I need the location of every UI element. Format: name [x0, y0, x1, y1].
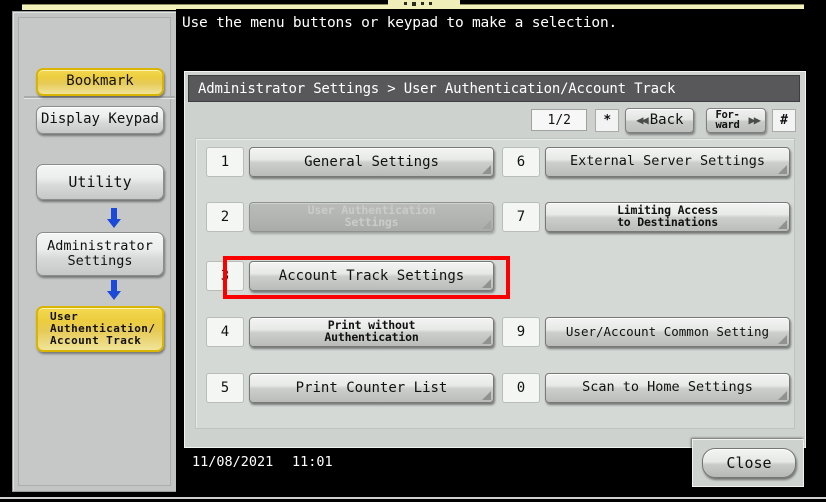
down-arrow-icon	[104, 280, 124, 302]
menu-number-badge: 7	[502, 202, 540, 232]
menu-item-user-account-common-setting[interactable]: 9 User/Account Common Setting	[502, 317, 790, 347]
menu-grid: 1 General Settings 2 User Authentication…	[195, 138, 795, 429]
menu-item-limiting-access-to-destinations[interactable]: 7 Limiting Access to Destinations	[502, 202, 790, 232]
back-button[interactable]: ◀◀ Back	[625, 107, 695, 133]
sidebar: Bookmark Display Keypad Utility Administ…	[12, 11, 177, 492]
sidebar-item-user-authentication-account-track[interactable]: User Authentication/ Account Track	[36, 306, 164, 352]
menu-button[interactable]: External Server Settings	[545, 147, 790, 177]
down-arrow-icon	[104, 208, 124, 230]
sidebar-item-label: User Authentication/ Account Track	[50, 310, 156, 347]
page-indicator: 1/2	[531, 109, 588, 131]
hash-key-badge[interactable]: #	[772, 108, 796, 132]
sidebar-item-display-keypad[interactable]: Display Keypad	[36, 106, 164, 134]
menu-button[interactable]: Print Counter List	[249, 373, 494, 403]
bezel-right	[816, 0, 826, 502]
sidebar-item-label: Display Keypad	[40, 111, 159, 128]
status-bar: 11/08/2021 11:01 Close	[184, 439, 804, 487]
menu-item-external-server-settings[interactable]: 6 External Server Settings	[502, 147, 790, 177]
menu-item-print-without-authentication[interactable]: 4 Print without Authentication	[206, 317, 494, 347]
settings-panel: Administrator Settings > User Authentica…	[184, 71, 806, 448]
chevron-left-double-icon: ◀◀	[636, 113, 649, 127]
chevron-right-double-icon: ▶▶	[748, 113, 762, 127]
main-area: Use the menu buttons or keypad to make a…	[176, 9, 816, 493]
menu-button[interactable]: Limiting Access to Destinations	[545, 202, 790, 232]
pagination-bar: 1/2 * ◀◀ Back For- ward ▶▶ #	[188, 106, 800, 134]
highlight-box	[223, 256, 510, 299]
sidebar-item-label: Administrator Settings	[47, 238, 153, 269]
star-key-badge[interactable]: *	[595, 108, 620, 132]
bezel-left	[0, 0, 10, 502]
breadcrumb: Administrator Settings > User Authentica…	[188, 75, 800, 102]
bezel-dots-icon	[404, 1, 432, 6]
menu-number-badge: 6	[502, 147, 540, 177]
sidebar-item-administrator-settings[interactable]: Administrator Settings	[36, 232, 164, 276]
instruction-text: Use the menu buttons or keypad to make a…	[182, 15, 618, 31]
menu-item-user-authentication-settings: 2 User Authentication Settings	[206, 202, 494, 232]
menu-button[interactable]: Print without Authentication	[249, 317, 494, 347]
menu-button[interactable]: User/Account Common Setting	[545, 317, 790, 347]
sidebar-item-label: Bookmark	[66, 73, 134, 90]
menu-button[interactable]: Scan to Home Settings	[545, 373, 790, 403]
close-button-tray: Close	[692, 439, 804, 487]
sidebar-item-label: Utility	[68, 172, 132, 191]
menu-number-badge: 1	[206, 147, 244, 177]
menu-number-badge: 9	[502, 317, 540, 347]
sidebar-item-utility[interactable]: Utility	[36, 164, 164, 200]
menu-number-badge: 4	[206, 317, 244, 347]
menu-item-general-settings[interactable]: 1 General Settings	[206, 147, 494, 177]
close-button[interactable]: Close	[702, 448, 796, 478]
back-button-label: Back	[649, 112, 684, 128]
menu-number-badge: 0	[502, 373, 540, 403]
menu-number-badge: 2	[206, 202, 244, 232]
status-time: 11:01	[292, 454, 333, 470]
status-date: 11/08/2021	[192, 454, 274, 470]
forward-button[interactable]: For- ward ▶▶	[706, 107, 766, 133]
forward-button-label: For- ward	[715, 108, 740, 131]
menu-item-scan-to-home-settings[interactable]: 0 Scan to Home Settings	[502, 373, 790, 403]
menu-item-print-counter-list[interactable]: 5 Print Counter List	[206, 373, 494, 403]
menu-number-badge: 5	[206, 373, 244, 403]
menu-button-disabled: User Authentication Settings	[249, 202, 494, 232]
bezel-bottom-line	[0, 497, 826, 499]
sidebar-pane: Bookmark Display Keypad Utility Administ…	[18, 17, 175, 486]
sidebar-divider	[24, 96, 175, 99]
menu-button[interactable]: General Settings	[249, 147, 494, 177]
printer-touch-panel: Bookmark Display Keypad Utility Administ…	[0, 0, 826, 502]
sidebar-item-bookmark[interactable]: Bookmark	[36, 68, 164, 96]
